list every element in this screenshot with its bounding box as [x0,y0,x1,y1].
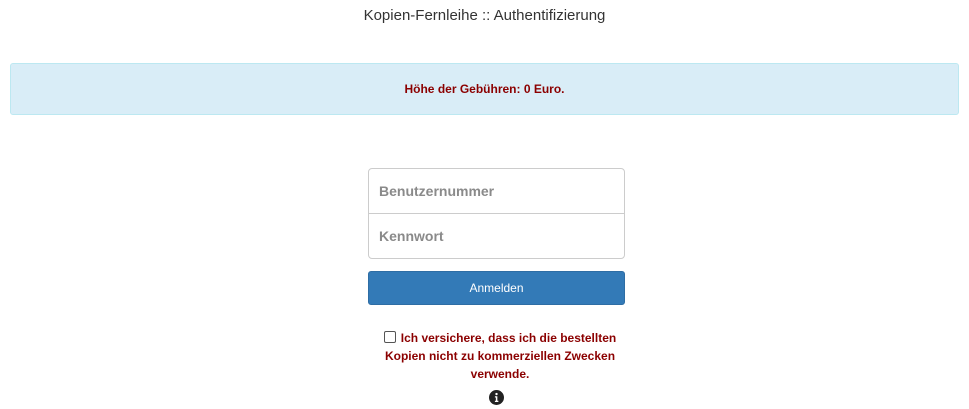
consent-notice: Ich versichere, dass ich die bestellten … [370,329,630,383]
fee-text: Höhe der Gebühren: 0 Euro. [404,82,565,96]
username-input[interactable] [368,168,625,214]
page-title: Kopien-Fernleihe :: Authentifizierung [363,7,606,24]
info-circle-icon[interactable] [489,390,504,405]
consent-text: Ich versichere, dass ich die bestellten … [384,331,617,381]
page: Kopien-Fernleihe :: Authentifizierung Hö… [0,0,969,409]
login-button[interactable]: Anmelden [368,271,625,305]
password-input[interactable] [368,213,625,259]
consent-checkbox[interactable] [383,331,396,343]
login-form [368,168,625,259]
fee-info-banner: Höhe der Gebühren: 0 Euro. [10,63,959,115]
